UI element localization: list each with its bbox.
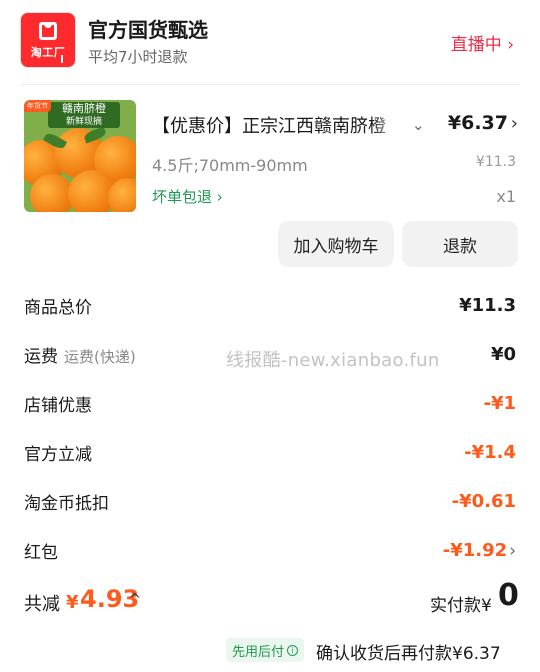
chevron-right-icon: › (507, 35, 514, 55)
chart-icon (61, 55, 71, 63)
summary-row-official-discount: 官方立减 -¥1.4 (24, 437, 516, 467)
chevron-right-icon: › (216, 188, 223, 206)
chevron-right-icon: › (509, 540, 516, 561)
row-label: 淘金币抵扣 (24, 493, 109, 514)
product-image-banner: 赣南脐橙 新鲜现摘 (48, 102, 120, 128)
product-spec: 4.5斤;70mm-90mm (152, 156, 308, 175)
live-stream-link[interactable]: 直播中 › (451, 30, 514, 55)
row-value: -¥1 (483, 392, 516, 414)
row-value: -¥0.61 (451, 490, 516, 512)
chevron-down-icon[interactable]: ⌄ (412, 116, 425, 134)
refund-button[interactable]: 退款 (402, 221, 518, 267)
refund-speed-text: 平均7小时退款 (88, 48, 188, 66)
chevron-up-icon[interactable]: ^ (128, 590, 141, 609)
original-price: ¥11.3 (475, 154, 516, 170)
watermark: 线报酷-new.xianbao.fun (226, 350, 440, 371)
product-price[interactable]: ¥6.37 (448, 112, 508, 134)
live-label: 直播中 (450, 35, 502, 55)
pay-later-badge[interactable]: 先用后付 i (226, 638, 305, 662)
saved-label: 共减 (24, 594, 60, 615)
product-image[interactable]: 赣南脐橙 新鲜现摘 年货节 (24, 100, 136, 212)
row-label: 官方立减 (24, 444, 92, 465)
row-value: ¥11.3 (459, 294, 516, 316)
row-sublabel: 运费(快递) (64, 347, 136, 366)
paid-value: 0 (498, 578, 519, 613)
row-value: -¥1.4 (464, 441, 516, 463)
shop-logo[interactable]: 淘工厂 (20, 12, 76, 68)
divider (20, 84, 520, 85)
guarantee-link[interactable]: 坏单包退 › (152, 186, 223, 207)
summary-row-shop-discount: 店铺优惠 -¥1 (24, 388, 516, 418)
summary-row-red-packet[interactable]: 红包 -¥1.92 › (24, 535, 516, 565)
row-value: -¥1.92 (442, 539, 508, 561)
shopping-bag-icon (39, 22, 57, 40)
saved-currency: ¥ (66, 592, 79, 613)
quantity: x1 (496, 187, 516, 206)
shop-name[interactable]: 官方国货甄选 (88, 14, 208, 43)
row-value: ¥0 (490, 343, 516, 365)
row-label: 运费 (24, 346, 58, 367)
row-label: 店铺优惠 (24, 395, 92, 416)
info-icon[interactable]: i (287, 644, 299, 656)
add-to-cart-button[interactable]: 加入购物车 (278, 221, 394, 267)
chevron-right-icon[interactable]: › (511, 113, 518, 134)
product-title[interactable]: 【优惠价】正宗江西赣南脐橙 (152, 112, 402, 138)
summary-row-subtotal: 商品总价 ¥11.3 (24, 290, 516, 320)
row-label: 商品总价 (24, 297, 92, 318)
pay-after-text: 确认收货后再付款¥6.37 (316, 644, 501, 664)
product-image-tag: 年货节 (24, 100, 51, 112)
summary-row-coins: 淘金币抵扣 -¥0.61 (24, 486, 516, 516)
paid-label: 实付款¥ (430, 596, 492, 616)
row-label: 红包 (24, 542, 58, 563)
